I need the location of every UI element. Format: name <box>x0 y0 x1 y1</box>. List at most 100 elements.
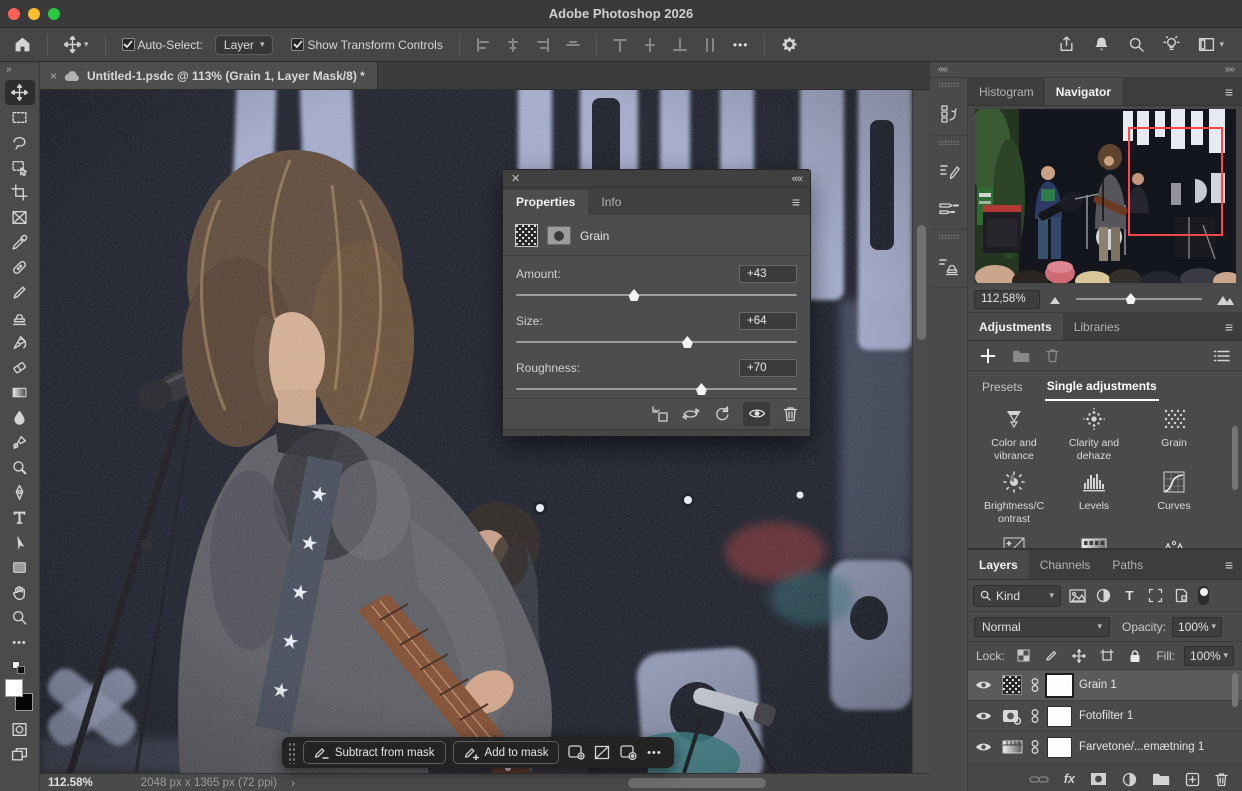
adjustment-photo-filter[interactable] <box>1063 535 1125 548</box>
history-brush-tool[interactable] <box>5 330 35 355</box>
layer-row-farvetone-1[interactable]: Farvetone/...emætning 1 <box>968 732 1242 763</box>
layer-mask-thumbnail[interactable] <box>1047 737 1072 758</box>
close-tab-icon[interactable]: × <box>50 69 57 83</box>
workspace-switcher[interactable]: ▾ <box>1198 36 1224 53</box>
lock-position-button[interactable] <box>1070 647 1089 665</box>
navigator-zoom-slider[interactable] <box>1070 292 1208 306</box>
document-tab[interactable]: × Untitled-1.psdc @ 113% (Grain 1, Layer… <box>40 62 378 89</box>
taskbar-drag-handle[interactable] <box>288 742 296 764</box>
roughness-value-field[interactable]: +70 <box>739 359 797 377</box>
notifications-bell-icon[interactable] <box>1093 36 1110 53</box>
mask-link-icon[interactable] <box>1030 677 1040 693</box>
filter-type-layers-button[interactable]: T <box>1120 587 1139 605</box>
discover-lightbulb-icon[interactable] <box>1163 36 1180 53</box>
size-value-field[interactable]: +64 <box>739 312 797 330</box>
size-slider[interactable] <box>516 334 797 350</box>
move-tool-preset[interactable]: ▾ <box>60 33 93 56</box>
panel-menu-icon[interactable]: ≡ <box>1216 313 1242 340</box>
layer-visibility-toggle[interactable] <box>972 710 994 722</box>
home-button[interactable] <box>10 33 35 56</box>
delete-adjustment-icon[interactable] <box>783 406 798 422</box>
tab-libraries[interactable]: Libraries <box>1063 313 1131 340</box>
zoom-window-button[interactable] <box>48 8 60 20</box>
rectangular-marquee-tool[interactable] <box>5 105 35 130</box>
view-previous-state-icon[interactable] <box>681 406 701 422</box>
layer-mask-thumbnail[interactable] <box>1047 675 1072 696</box>
layer-visibility-toggle[interactable] <box>972 679 994 691</box>
more-align-options-button[interactable]: ••• <box>729 35 753 55</box>
add-to-mask-button[interactable]: Add to mask <box>453 741 560 764</box>
adjustment-color-balance[interactable] <box>1143 535 1205 548</box>
adjustment-exposure[interactable] <box>983 535 1045 548</box>
clone-stamp-tool[interactable] <box>5 305 35 330</box>
panel-menu-icon[interactable]: ≡ <box>782 194 810 215</box>
move-tool[interactable] <box>5 80 35 105</box>
adjustment-curves[interactable]: Curves <box>1143 469 1205 525</box>
color-swatches[interactable] <box>5 679 35 715</box>
rectangle-tool[interactable] <box>5 555 35 580</box>
grain-adjustment-thumbnail[interactable] <box>515 224 538 247</box>
tool-settings-button[interactable] <box>777 33 802 56</box>
zoom-tool[interactable] <box>5 605 35 630</box>
mask-link-icon[interactable] <box>1030 708 1040 724</box>
screen-mode-button[interactable] <box>5 742 35 767</box>
adjustment-layer-icon[interactable] <box>1001 674 1023 696</box>
adjustment-grain[interactable]: Grain <box>1143 406 1205 462</box>
lock-pixels-button[interactable] <box>1042 647 1061 665</box>
close-panel-icon[interactable]: ✕ <box>511 172 520 185</box>
quick-mask-button[interactable] <box>5 717 35 742</box>
amount-value-field[interactable]: +43 <box>739 265 797 283</box>
layer-styles-icon[interactable]: fx <box>1064 772 1075 786</box>
horizontal-scrollbar[interactable] <box>628 778 766 788</box>
tab-layers[interactable]: Layers <box>968 550 1029 579</box>
clone-source-panel-icon[interactable] <box>938 255 960 277</box>
brush-tool[interactable] <box>5 280 35 305</box>
panel-menu-icon[interactable]: ≡ <box>1216 550 1242 579</box>
history-panel-icon[interactable] <box>938 103 960 125</box>
eraser-tool[interactable] <box>5 355 35 380</box>
slider-thumb[interactable] <box>628 289 641 301</box>
list-view-icon[interactable] <box>1213 349 1230 363</box>
filter-shape-layers-button[interactable] <box>1146 587 1165 605</box>
distribute-vertical-centers-button[interactable] <box>639 35 661 55</box>
close-window-button[interactable] <box>8 8 20 20</box>
tab-channels[interactable]: Channels <box>1029 550 1102 579</box>
roughness-slider[interactable] <box>516 381 797 397</box>
zoom-in-mountain-icon[interactable] <box>1216 293 1236 306</box>
vertical-scrollbar[interactable] <box>917 225 926 340</box>
pen-tool[interactable] <box>5 480 35 505</box>
align-top-edges-button[interactable] <box>562 35 584 55</box>
align-left-edges-button[interactable] <box>472 35 494 55</box>
reset-adjustment-icon[interactable] <box>714 406 730 422</box>
layers-scrollbar[interactable] <box>1232 673 1238 707</box>
type-tool[interactable] <box>5 505 35 530</box>
amount-slider[interactable] <box>516 287 797 303</box>
layer-mask-thumbnail[interactable] <box>547 226 571 245</box>
new-group-folder-icon[interactable] <box>1152 772 1170 786</box>
mask-options-button[interactable] <box>566 742 585 764</box>
brush-settings-panel-icon[interactable] <box>938 161 960 183</box>
subtab-single-adjustments[interactable]: Single adjustments <box>1045 373 1159 401</box>
eyedropper-tool[interactable] <box>5 230 35 255</box>
filter-kind-dropdown[interactable]: Kind ▾ <box>973 585 1061 607</box>
tab-info[interactable]: Info <box>588 190 634 215</box>
share-icon[interactable] <box>1058 36 1075 53</box>
hand-tool[interactable] <box>5 580 35 605</box>
lock-artboard-button[interactable] <box>1098 647 1117 665</box>
layer-row-fotofilter-1[interactable]: Fotofilter 1 <box>968 701 1242 732</box>
distribute-bottom-button[interactable] <box>669 35 691 55</box>
filter-pixel-layers-button[interactable] <box>1068 587 1087 605</box>
edit-toolbar-button[interactable]: ••• <box>5 630 35 655</box>
frame-tool[interactable] <box>5 205 35 230</box>
crop-tool[interactable] <box>5 180 35 205</box>
switch-colors-control[interactable] <box>12 661 28 675</box>
lasso-tool[interactable] <box>5 130 35 155</box>
add-adjustment-icon[interactable] <box>980 348 996 364</box>
filter-smart-objects-button[interactable] <box>1172 587 1191 605</box>
align-horizontal-centers-button[interactable] <box>502 35 524 55</box>
panel-menu-icon[interactable]: ≡ <box>1216 78 1242 105</box>
lock-transparency-button[interactable] <box>1014 647 1033 665</box>
brushes-panel-icon[interactable] <box>938 197 960 219</box>
status-chevron-icon[interactable]: › <box>291 776 295 790</box>
search-icon[interactable] <box>1128 36 1145 53</box>
